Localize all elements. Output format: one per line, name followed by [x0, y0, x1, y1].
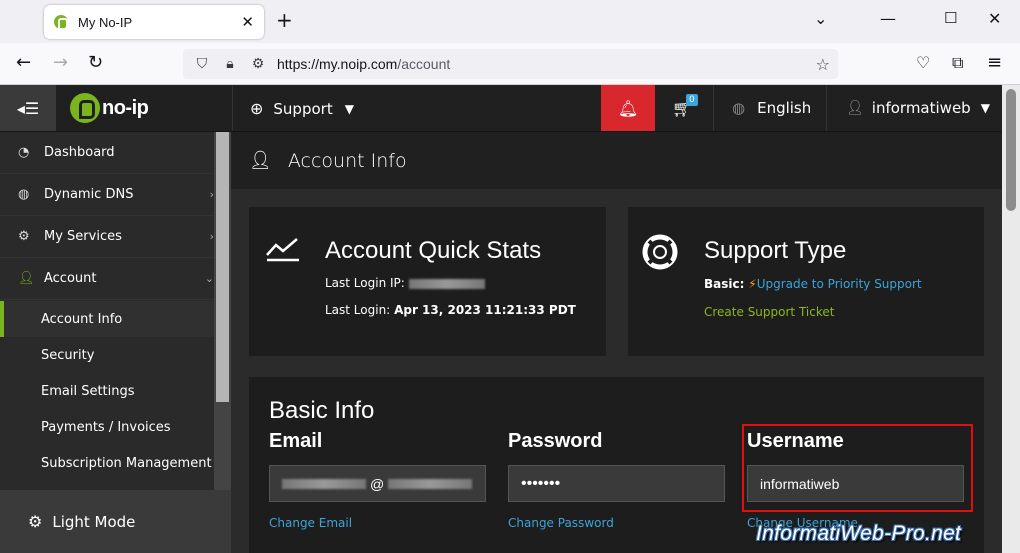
noip-logo[interactable]: no-ip — [70, 93, 149, 123]
site-header: ◂☰ no-ip ⊕ Support ▼ 🔔︎ 🛒︎ 0 ◍ English 👤… — [0, 85, 1002, 132]
sun-gear-icon: ⚙ — [28, 512, 43, 531]
line-chart-icon — [265, 235, 301, 270]
watermark: InformatiWeb-Pro.net — [756, 522, 962, 545]
maximize-icon[interactable]: ☐ — [944, 9, 957, 27]
sidebar-item-account[interactable]: 👤︎ Account ⌄ — [0, 258, 214, 300]
noip-favicon-icon — [54, 15, 68, 30]
redacted-email-user — [282, 478, 366, 489]
page-scrollbar-thumb[interactable] — [1006, 89, 1016, 211]
change-password-link[interactable]: Change Password — [508, 516, 614, 530]
browser-tab[interactable]: My No-IP ✕ — [44, 5, 264, 39]
url-bar[interactable]: ⛉ 🔒︎ ⚙ https://my.noip.com/account ☆ — [183, 49, 838, 79]
support-type-title: Support Type — [704, 237, 847, 264]
password-field[interactable]: ••••••• — [508, 465, 725, 502]
email-field[interactable]: @ — [269, 465, 486, 502]
pocket-icon[interactable]: ♡ — [916, 53, 930, 73]
sidebar-item-dynamic-dns[interactable]: ◍ Dynamic DNS › — [0, 174, 214, 216]
cart-button[interactable]: 🛒︎ 0 — [672, 94, 698, 118]
username-highlight-box — [742, 424, 973, 512]
header-divider — [713, 85, 714, 131]
header-divider — [232, 85, 233, 131]
gear-icon: ⚙ — [18, 229, 30, 244]
bolt-icon: ⚡︎ — [748, 277, 757, 291]
lock-icon[interactable]: 🔒︎ — [221, 56, 239, 72]
chevron-down-icon: ▼ — [980, 101, 990, 115]
dashboard-icon: ◔ — [18, 145, 30, 160]
permissions-icon[interactable]: ⚙ — [249, 56, 267, 72]
sidebar-subitem-security[interactable]: Security — [0, 337, 214, 373]
reload-icon[interactable]: ↻ — [88, 53, 103, 73]
page-header: 👤︎ Account Info — [231, 132, 1002, 189]
quick-stats-title: Account Quick Stats — [325, 237, 542, 264]
change-email-link[interactable]: Change Email — [269, 516, 352, 530]
sidebar-subitem-email-settings[interactable]: Email Settings — [0, 373, 214, 409]
user-icon: 👤︎ — [249, 150, 272, 171]
user-menu[interactable]: 👤︎ informatiweb ▼ — [846, 99, 990, 117]
page-scrollbar[interactable] — [1002, 85, 1020, 553]
light-mode-toggle[interactable]: ⚙ Light Mode — [0, 490, 231, 553]
account-quick-stats-card: Account Quick Stats Last Login IP: Last … — [249, 207, 606, 356]
sidebar-scrollbar[interactable] — [214, 132, 231, 490]
header-divider — [826, 85, 827, 131]
sidebar-toggle-button[interactable]: ◂☰ — [0, 85, 56, 131]
notifications-button[interactable]: 🔔︎ — [601, 85, 655, 131]
user-icon: 👤︎ — [18, 271, 35, 286]
globe-icon: ◍ — [732, 99, 746, 117]
shield-icon[interactable]: ⛉ — [193, 56, 211, 72]
email-label: Email — [269, 430, 323, 452]
tab-title: My No-IP — [78, 14, 133, 30]
support-type-card: Support Type Basic: ⚡︎Upgrade to Priorit… — [628, 207, 984, 356]
forward-arrow-icon[interactable]: → — [53, 53, 68, 73]
password-label: Password — [508, 430, 603, 452]
last-login-ip: Last Login IP: — [325, 276, 485, 290]
last-login: Last Login: Apr 13, 2023 11:21:33 PDT — [325, 303, 576, 317]
bell-icon: 🔔︎ — [617, 98, 639, 118]
user-icon: 👤︎ — [846, 100, 864, 116]
main-content: 👤︎ Account Info Account Quick Stats Last… — [231, 132, 1002, 553]
language-selector[interactable]: ◍ English — [732, 99, 811, 117]
sidebar-subitem-account-info[interactable]: Account Info — [0, 301, 214, 337]
lifebuoy-icon: ⊕ — [250, 99, 264, 118]
bookmark-star-icon[interactable]: ☆ — [816, 55, 830, 74]
basic-info-title: Basic Info — [269, 397, 375, 424]
window-close-icon[interactable]: ✕ — [988, 9, 1001, 28]
upgrade-support-link[interactable]: Upgrade to Priority Support — [757, 277, 922, 291]
sidebar-subitem-payments-invoices[interactable]: Payments / Invoices — [0, 409, 214, 445]
sidebar-item-my-services[interactable]: ⚙ My Services › — [0, 216, 214, 258]
back-arrow-icon[interactable]: ← — [16, 53, 31, 73]
cart-count-badge: 0 — [686, 94, 698, 106]
redacted-ip — [408, 278, 485, 289]
support-plan-line: Basic: ⚡︎Upgrade to Priority Support — [704, 277, 922, 291]
browser-tab-bar: My No-IP ✕ + ⌄ — ☐ ✕ — [0, 0, 1020, 43]
support-menu[interactable]: ⊕ Support ▼ — [250, 99, 354, 118]
create-support-ticket-link[interactable]: Create Support Ticket — [704, 305, 834, 319]
minimize-icon[interactable]: — — [880, 9, 896, 28]
hamburger-menu-icon[interactable]: ≡ — [987, 53, 1002, 73]
tab-list-chevron-icon[interactable]: ⌄ — [814, 9, 827, 28]
browser-nav-bar: ← → ↻ ⛉ 🔒︎ ⚙ https://my.noip.com/account… — [0, 43, 1020, 85]
extensions-icon[interactable]: ⧉ — [952, 53, 963, 73]
page-title: Account Info — [287, 149, 407, 172]
redacted-email-domain — [388, 478, 473, 489]
sidebar: ◔ Dashboard ◍ Dynamic DNS › ⚙ My Service… — [0, 132, 231, 553]
sidebar-subitem-subscription-management[interactable]: Subscription Management — [0, 445, 214, 481]
new-tab-button[interactable]: + — [276, 10, 293, 30]
chevron-down-icon: ⌄ — [204, 272, 214, 285]
chevron-down-icon: ▼ — [344, 101, 354, 116]
collapse-menu-icon: ◂☰ — [16, 98, 40, 118]
noip-logo-icon — [70, 93, 100, 123]
lifebuoy-icon — [642, 234, 678, 277]
globe-icon: ◍ — [18, 187, 30, 202]
sidebar-item-dashboard[interactable]: ◔ Dashboard — [0, 132, 214, 174]
url-text[interactable]: https://my.noip.com/account — [277, 56, 816, 72]
sidebar-scrollbar-thumb[interactable] — [216, 132, 229, 402]
close-tab-icon[interactable]: ✕ — [241, 13, 254, 31]
